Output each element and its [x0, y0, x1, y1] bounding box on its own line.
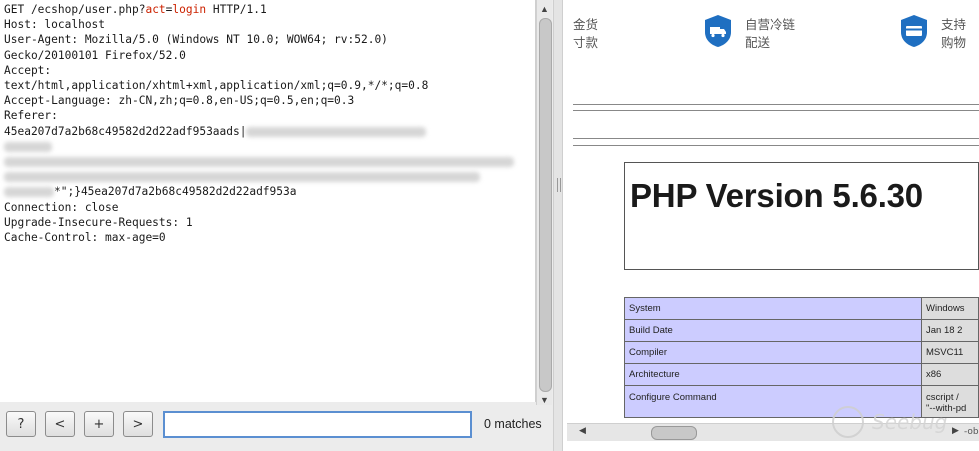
scroll-up-icon[interactable]: ▲ [537, 2, 552, 16]
truck-shield-icon [705, 15, 731, 47]
row-value: Windows [921, 297, 979, 320]
row-value: Jan 18 2 [921, 319, 979, 342]
php-version-title: PHP Version 5.6.30 [630, 177, 923, 214]
search-toolbar: ? < + > 0 matches [0, 405, 553, 451]
divider-line [573, 145, 979, 146]
pane-splitter[interactable] [553, 0, 563, 451]
header-user-agent: User-Agent: Mozilla/5.0 (Windows NT 10.0… [4, 33, 388, 47]
redacted-block [4, 141, 52, 152]
request-text[interactable]: GET /ecshop/user.php?act=login HTTP/1.1 … [0, 0, 535, 245]
request-panel: GET /ecshop/user.php?act=login HTTP/1.1 … [0, 0, 553, 451]
scroll-thumb[interactable] [539, 18, 552, 392]
row-value: x86 [921, 363, 979, 386]
divider-line [573, 104, 979, 105]
divider-line [573, 138, 979, 139]
seebug-logo-icon [832, 406, 864, 438]
header-accept: Accept: [4, 63, 52, 77]
table-row: Compiler MSVC11 [623, 341, 979, 364]
protocol: HTTP/1.1 [206, 3, 267, 16]
row-key: Build Date [623, 319, 923, 342]
redacted-block [246, 126, 427, 137]
previous-match-button[interactable]: < [45, 411, 75, 437]
redacted-block [4, 187, 54, 198]
card-shield-icon [901, 15, 927, 47]
header-accept-value: text/html,application/xhtml+xml,applicat… [4, 79, 429, 93]
service-text-cut: 金货 寸款 [573, 17, 599, 50]
table-row: System Windows [623, 297, 979, 320]
search-input[interactable] [163, 411, 472, 438]
row-value: MSVC11 [921, 341, 979, 364]
redacted-block [4, 172, 480, 183]
referer-payload: 45ea207d7a2b68c49582d2d22adf953aads| [4, 124, 247, 138]
add-button[interactable]: + [84, 411, 114, 437]
phpinfo-table: System Windows Build Date Jan 18 2 Compile… [623, 297, 979, 418]
divider-line [573, 110, 979, 111]
param-value: login [172, 3, 207, 16]
scroll-left-icon[interactable]: ◀ [579, 425, 586, 436]
service-cold-chain: 自营冷链 配送 [745, 17, 796, 50]
redacted-block [4, 157, 514, 168]
php-version-header: PHP Version 5.6.30 [624, 162, 979, 270]
header-connection: Connection: close [4, 200, 119, 214]
request-line: GET /ecshop/user.php? [4, 3, 146, 16]
match-count: 0 matches [484, 417, 542, 431]
row-key: System [623, 297, 923, 320]
table-row: Build Date Jan 18 2 [623, 319, 979, 342]
seebug-watermark: Seebug [832, 404, 972, 444]
scroll-thumb[interactable] [651, 426, 697, 440]
table-row: Architecture x86 [623, 363, 979, 386]
response-render-panel: 金货 寸款 自营冷链 配送 支持 购物 PHP Version 5.6.30 Syst… [563, 0, 979, 451]
watermark-text: Seebug [872, 410, 948, 434]
row-key: Architecture [623, 363, 923, 386]
header-host: Host: localhost [4, 18, 106, 32]
param-name: act [145, 3, 166, 16]
splitter-grip-icon[interactable] [557, 178, 561, 192]
header-cache-control: Cache-Control: max-age=0 [4, 231, 166, 245]
header-referer: Referer: [4, 109, 58, 123]
next-match-button[interactable]: > [123, 411, 153, 437]
help-button[interactable]: ? [6, 411, 36, 437]
header-user-agent-cont: Gecko/20100101 Firefox/52.0 [4, 48, 186, 62]
request-editor[interactable]: GET /ecshop/user.php?act=login HTTP/1.1 … [0, 0, 536, 402]
header-accept-language: Accept-Language: zh-CN,zh;q=0.8,en-US;q=… [4, 94, 355, 108]
service-payment: 支持 购物 [941, 17, 967, 50]
row-key: Compiler [623, 341, 923, 364]
referer-payload-tail: *";}45ea207d7a2b68c49582d2d22adf953a [54, 185, 297, 199]
header-upgrade: Upgrade-Insecure-Requests: 1 [4, 215, 193, 229]
request-vertical-scrollbar[interactable]: ▲ ▼ [536, 0, 552, 409]
